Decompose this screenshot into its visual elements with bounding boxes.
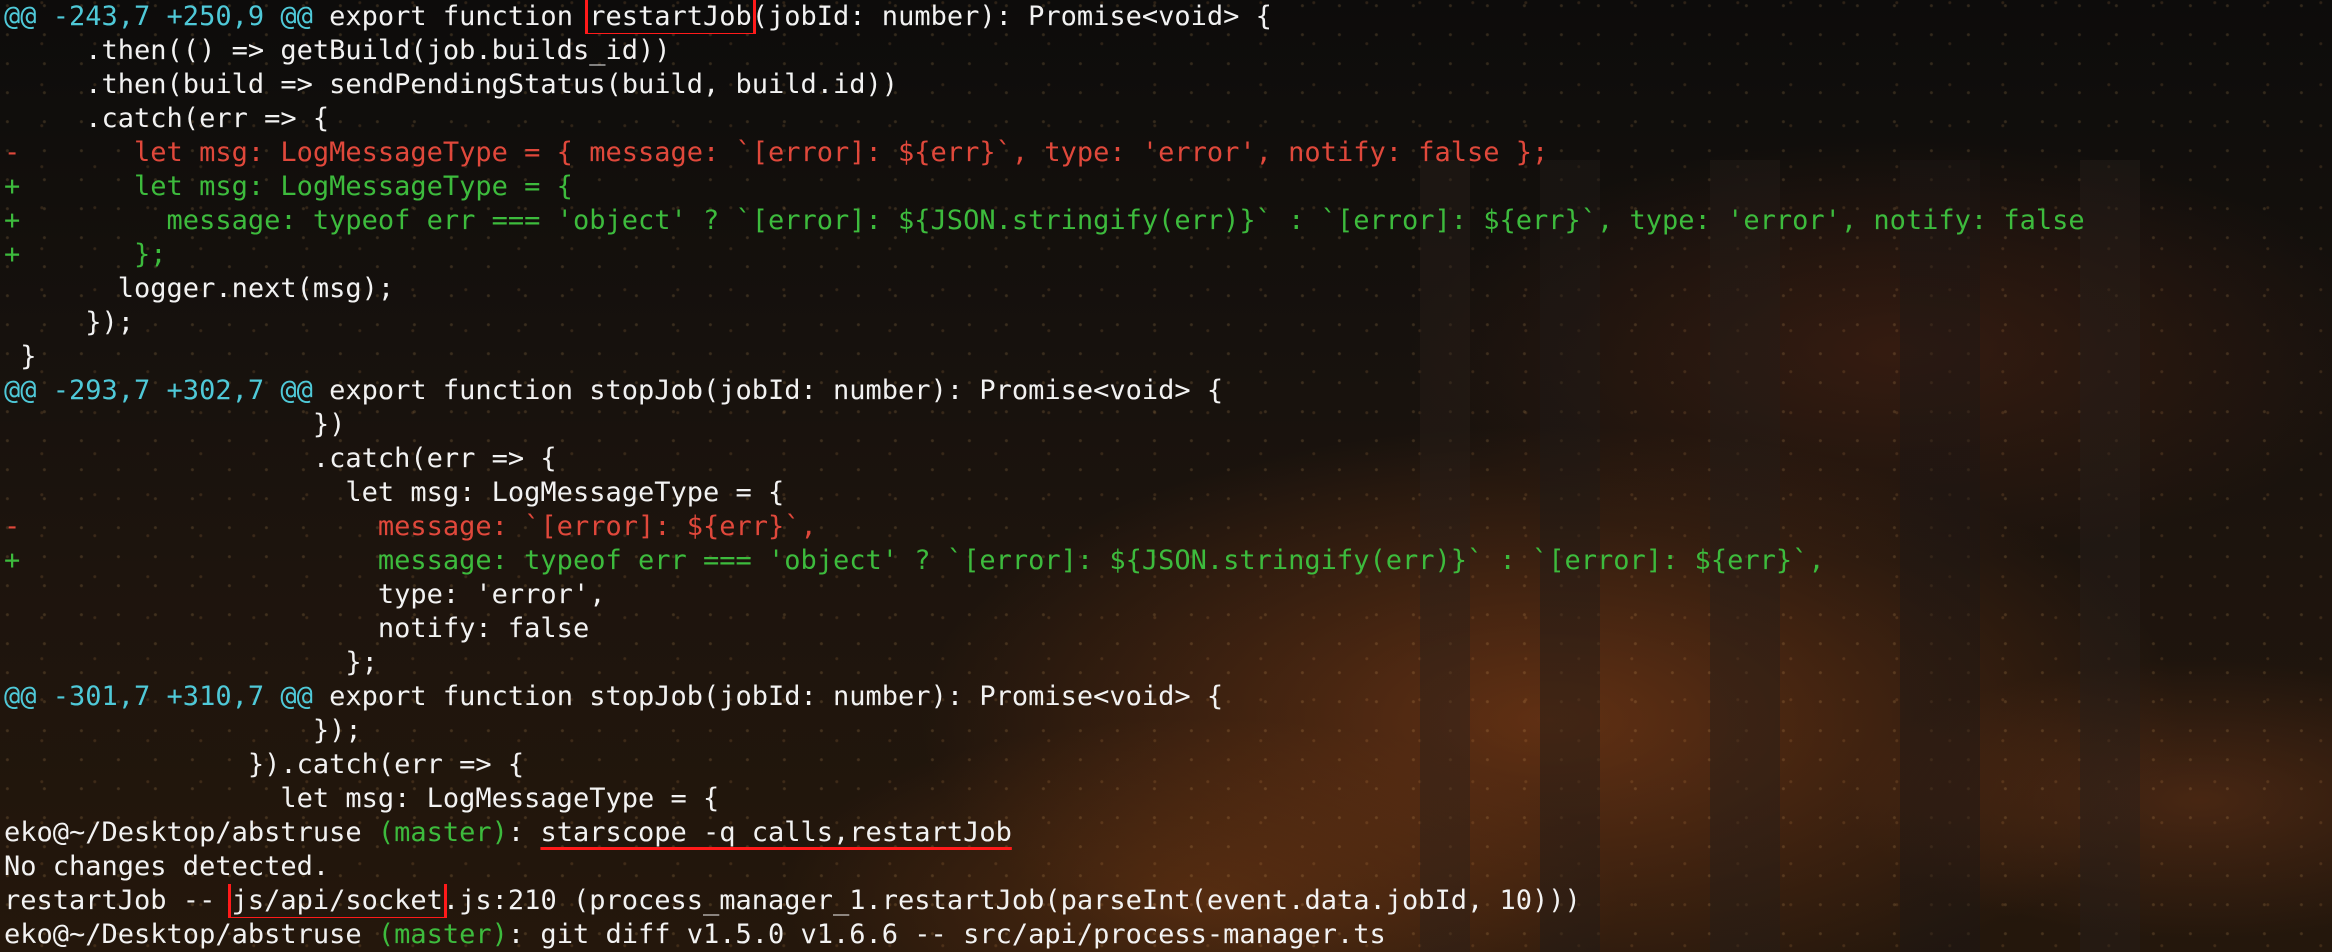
command-output-line: restartJob -- js/api/socket.js:210 (proc… (4, 884, 2332, 918)
hunk-header: @@ -293,7 +302,7 @@ (4, 375, 313, 406)
shell-command-line: eko@~/Desktop/abstruse (master): starsco… (4, 816, 2332, 850)
diff-context-line: .catch(err => { (4, 103, 330, 134)
diff-added-line: + message: typeof err === 'object' ? `[e… (4, 205, 2085, 236)
diff-added-line: + let msg: LogMessageType = { (4, 171, 573, 202)
hunk-header: @@ -301,7 +310,7 @@ (4, 681, 313, 712)
diff-hunk-header-line: @@ -301,7 +310,7 @@ export function stop… (4, 680, 2332, 714)
highlighted-command: starscope -q calls,restartJob (540, 817, 1012, 848)
diff-context-line: .then(build => sendPendingStatus(build, … (4, 69, 899, 100)
command-output-line: No changes detected. (4, 851, 330, 882)
diff-context-line: }; (4, 647, 378, 678)
diff-context-line: }).catch(err => { (4, 749, 525, 780)
diff-context-line: .catch(err => { (4, 443, 557, 474)
shell-command-text: : git diff v1.5.0 v1.6.6 -- src/api/proc… (507, 919, 1386, 950)
shell-prompt: eko@~/Desktop/abstruse (4, 817, 378, 848)
shell-command-line[interactable]: eko@~/Desktop/abstruse (master): git dif… (4, 918, 2332, 952)
diff-context-line: } (4, 341, 37, 372)
diff-removed-line: - message: `[error]: ${err}`, (4, 511, 817, 542)
diff-context-line: let msg: LogMessageType = { (4, 783, 720, 814)
highlighted-file-path: js/api/socket (227, 884, 447, 918)
diff-context-line: .then(() => getBuild(job.builds_id)) (4, 35, 671, 66)
diff-context-line: }); (4, 307, 135, 338)
diff-context-line: notify: false (4, 613, 590, 644)
diff-context-line: type: 'error', (4, 579, 606, 610)
diff-removed-line: - let msg: LogMessageType = { message: `… (4, 137, 1549, 168)
diff-added-line: + message: typeof err === 'object' ? `[e… (4, 545, 1825, 576)
prompt-separator: : (507, 817, 541, 848)
hunk-context-text: export function (312, 1, 590, 32)
diff-added-line: + }; (4, 239, 167, 270)
highlighted-function-name: restartJob (585, 0, 756, 34)
diff-context-line: }); (4, 715, 362, 746)
output-text: .js:210 (process_manager_1.restartJob(pa… (442, 885, 1581, 916)
diff-hunk-header-line: @@ -243,7 +250,9 @@ export function rest… (4, 0, 2332, 34)
diff-context-line: logger.next(msg); (4, 273, 395, 304)
git-branch-label: (master) (377, 919, 508, 950)
output-text: restartJob -- (4, 885, 232, 916)
hunk-context-text: (jobId: number): Promise<void> { (751, 1, 1272, 32)
hunk-context-text: export function stopJob(jobId: number): … (312, 681, 1224, 712)
diff-hunk-header-line: @@ -293,7 +302,7 @@ export function stop… (4, 374, 2332, 408)
diff-context-line: }) (4, 409, 346, 440)
diff-context-line: let msg: LogMessageType = { (4, 477, 785, 508)
shell-prompt: eko@~/Desktop/abstruse (4, 919, 378, 950)
git-branch-label: (master) (377, 817, 508, 848)
hunk-context-text: export function stopJob(jobId: number): … (312, 375, 1224, 406)
hunk-header: @@ -243,7 +250,9 @@ (4, 1, 313, 32)
terminal-output: @@ -243,7 +250,9 @@ export function rest… (0, 0, 2332, 952)
